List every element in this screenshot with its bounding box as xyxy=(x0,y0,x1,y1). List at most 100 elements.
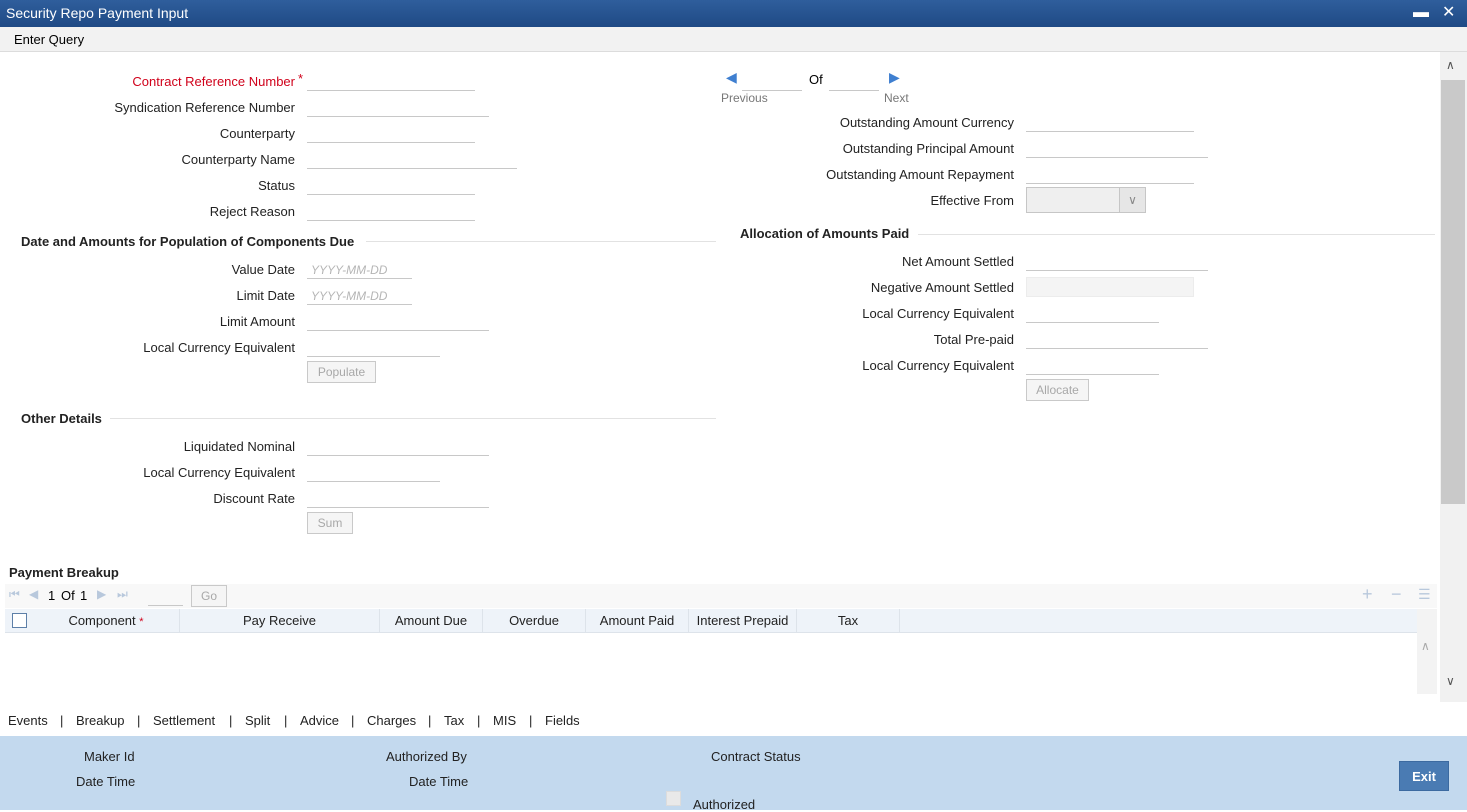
net-settled-input[interactable] xyxy=(1026,251,1208,271)
counterparty-input[interactable] xyxy=(307,123,475,143)
effective-from-label: Effective From xyxy=(930,193,1014,208)
col-overdue[interactable]: Overdue xyxy=(483,609,586,633)
status-input[interactable] xyxy=(307,175,475,195)
col-component[interactable]: Component * xyxy=(33,609,180,633)
delete-row-icon[interactable]: − xyxy=(1391,584,1402,605)
first-page-icon[interactable]: ⏮ xyxy=(9,587,20,602)
outstanding-repayment-input[interactable] xyxy=(1026,164,1194,184)
alloc-local-ccy-2-input[interactable] xyxy=(1026,355,1159,375)
negative-settled-label: Negative Amount Settled xyxy=(870,280,1014,295)
outstanding-currency-label: Outstanding Amount Currency xyxy=(839,115,1014,130)
page-number-input[interactable] xyxy=(148,586,183,606)
col-amount-due[interactable]: Amount Due xyxy=(380,609,483,633)
total-prepaid-input[interactable] xyxy=(1026,329,1208,349)
next-label[interactable]: Next xyxy=(884,91,909,105)
grid-scrollbar[interactable]: ∧ xyxy=(1417,609,1437,694)
effective-from-select[interactable]: ∨ xyxy=(1026,187,1146,213)
value-date-input[interactable]: YYYY-MM-DD xyxy=(307,259,412,279)
contract-ref-input[interactable] xyxy=(307,71,475,91)
tab-split[interactable]: Split xyxy=(245,713,270,728)
limit-date-input[interactable]: YYYY-MM-DD xyxy=(307,285,412,305)
enter-query-menu[interactable]: Enter Query xyxy=(14,32,84,47)
col-amount-paid[interactable]: Amount Paid xyxy=(586,609,689,633)
page-current: 1 xyxy=(48,588,56,603)
outstanding-currency-input[interactable] xyxy=(1026,112,1194,132)
tab-separator: | xyxy=(137,713,141,728)
grid-scroll-up-icon[interactable]: ∧ xyxy=(1421,639,1430,653)
section-divider xyxy=(918,234,1435,235)
tab-settlement[interactable]: Settlement xyxy=(153,713,215,728)
limit-amount-input[interactable] xyxy=(307,311,489,331)
liquidated-nominal-input[interactable] xyxy=(307,436,489,456)
maker-id-label: Maker Id xyxy=(84,749,135,764)
audit-footer: Maker Id Date Time Authorized By Date Ti… xyxy=(0,736,1467,812)
next-page-icon[interactable]: ▶ xyxy=(97,587,106,601)
discount-rate-input[interactable] xyxy=(307,488,489,508)
menu-strip: Enter Query xyxy=(0,27,1467,52)
tab-breakup[interactable]: Breakup xyxy=(76,713,124,728)
tab-advice[interactable]: Advice xyxy=(300,713,339,728)
alloc-local-ccy-1-label: Local Currency Equivalent xyxy=(862,306,1014,321)
previous-arrow-icon[interactable]: ◀ xyxy=(726,69,737,86)
limit-date-label: Limit Date xyxy=(236,288,295,303)
exit-button[interactable]: Exit xyxy=(1399,761,1449,791)
scroll-up-icon[interactable]: ∧ xyxy=(1446,58,1455,72)
counterparty-name-input[interactable] xyxy=(307,149,517,169)
prev-page-icon[interactable]: ◀ xyxy=(29,587,38,601)
section-divider xyxy=(110,418,716,419)
col-tax[interactable]: Tax xyxy=(797,609,900,633)
local-ccy-equiv-input[interactable] xyxy=(307,337,440,357)
tab-events[interactable]: Events xyxy=(8,713,48,728)
allocation-title: Allocation of Amounts Paid xyxy=(740,226,910,241)
components-due-title: Date and Amounts for Population of Compo… xyxy=(21,234,355,249)
grid-toolbar: ⏮ ◀ 1 Of 1 ▶ ⏭ Go + − ☰ xyxy=(5,584,1437,608)
syndication-ref-input[interactable] xyxy=(307,97,489,117)
counterparty-label: Counterparty xyxy=(219,126,295,141)
populate-button[interactable]: Populate xyxy=(307,361,376,383)
of-label: Of xyxy=(809,72,823,87)
limit-amount-label: Limit Amount xyxy=(219,314,295,329)
grid-body xyxy=(5,634,1417,694)
other-local-ccy-label: Local Currency Equivalent xyxy=(143,465,295,480)
other-details-title: Other Details xyxy=(21,411,102,426)
last-page-icon[interactable]: ⏭ xyxy=(117,587,128,602)
select-all-checkbox[interactable] xyxy=(12,613,27,628)
minimize-icon[interactable]: ▬ xyxy=(1413,4,1429,22)
chevron-down-icon[interactable]: ∨ xyxy=(1119,188,1145,212)
page-total: 1 xyxy=(80,588,88,603)
close-icon[interactable]: ✕ xyxy=(1442,4,1455,22)
tab-separator: | xyxy=(529,713,533,728)
contract-ref-label: Contract Reference Number xyxy=(132,74,295,89)
tab-mis[interactable]: MIS xyxy=(493,713,516,728)
add-row-icon[interactable]: + xyxy=(1362,584,1373,605)
counterparty-name-label: Counterparty Name xyxy=(181,152,295,167)
tab-separator: | xyxy=(284,713,288,728)
scrollbar-thumb[interactable] xyxy=(1441,80,1465,504)
negative-settled-input xyxy=(1026,277,1194,297)
sum-button[interactable]: Sum xyxy=(307,512,353,534)
total-records-input[interactable] xyxy=(829,71,879,91)
payment-breakup-title: Payment Breakup xyxy=(9,565,119,580)
col-interest-prepaid[interactable]: Interest Prepaid xyxy=(689,609,797,633)
reject-reason-input[interactable] xyxy=(307,201,475,221)
tab-separator: | xyxy=(477,713,481,728)
other-local-ccy-input[interactable] xyxy=(307,462,440,482)
tab-charges[interactable]: Charges xyxy=(367,713,416,728)
col-pay-receive[interactable]: Pay Receive xyxy=(180,609,380,633)
tab-separator: | xyxy=(351,713,355,728)
grid-header: Component * Pay Receive Amount Due Overd… xyxy=(5,609,1417,633)
go-button[interactable]: Go xyxy=(191,585,227,607)
vertical-scrollbar[interactable]: ∧ ∨ xyxy=(1440,52,1467,702)
previous-label[interactable]: Previous xyxy=(721,91,768,105)
alloc-local-ccy-1-input[interactable] xyxy=(1026,303,1159,323)
outstanding-principal-input[interactable] xyxy=(1026,138,1208,158)
contract-status-label: Contract Status xyxy=(711,749,801,764)
next-arrow-icon[interactable]: ▶ xyxy=(889,69,900,86)
allocate-button[interactable]: Allocate xyxy=(1026,379,1089,401)
single-view-icon[interactable]: ☰ xyxy=(1418,586,1431,603)
tab-tax[interactable]: Tax xyxy=(444,713,464,728)
scroll-down-icon[interactable]: ∨ xyxy=(1446,674,1455,688)
authorized-by-label: Authorized By xyxy=(386,749,467,764)
tab-fields[interactable]: Fields xyxy=(545,713,580,728)
current-record-input[interactable] xyxy=(742,71,802,91)
